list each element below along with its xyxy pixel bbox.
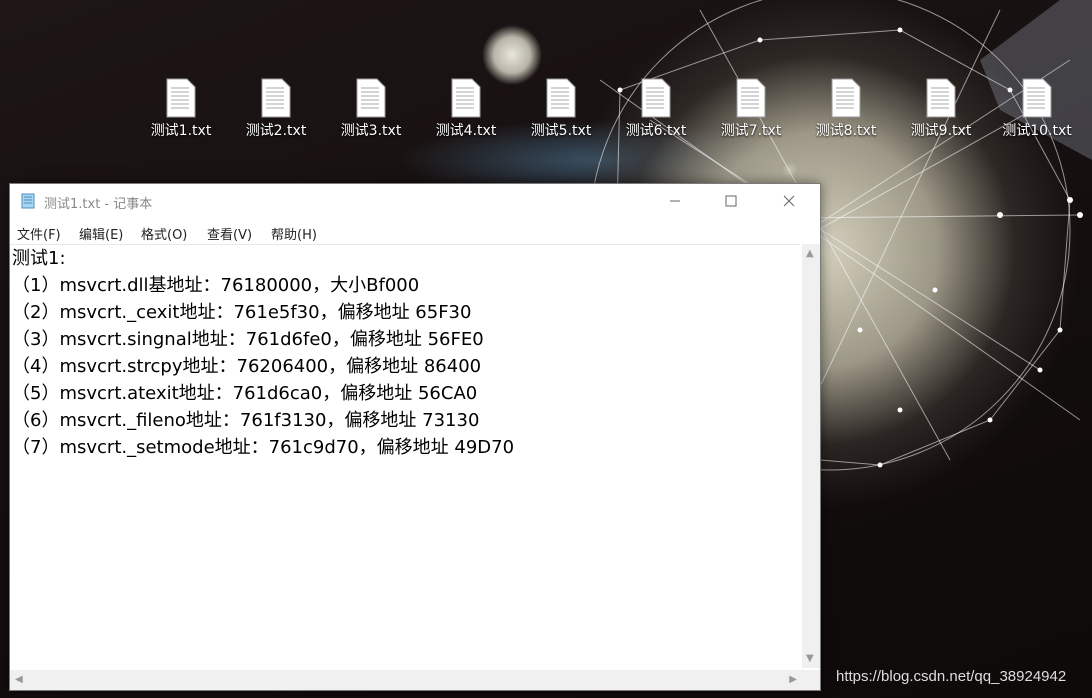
desktop-file-icon-10[interactable]: 测试10.txt (998, 78, 1076, 140)
title-bar[interactable]: 测试1.txt - 记事本 (10, 184, 820, 218)
scroll-down-icon[interactable]: ▼ (806, 653, 814, 664)
menu-view[interactable]: 查看(V) (207, 224, 252, 243)
desktop-file-icon-1[interactable]: 测试1.txt (142, 78, 220, 140)
menu-help[interactable]: 帮助(H) (271, 224, 317, 243)
desktop-file-label: 测试8.txt (815, 123, 877, 139)
close-button[interactable] (766, 184, 812, 218)
desktop-file-icon-5[interactable]: 测试5.txt (522, 78, 600, 140)
text-line: 测试1: (12, 248, 66, 269)
text-line: （6）msvcrt._fileno地址：761f3130，偏移地址 73130 (12, 410, 480, 431)
maximize-button[interactable] (708, 184, 754, 218)
desktop-file-label: 测试5.txt (530, 123, 592, 139)
minimize-icon (670, 200, 680, 202)
desktop-file-icon-7[interactable]: 测试7.txt (712, 78, 790, 140)
desktop-file-icon-2[interactable]: 测试2.txt (237, 78, 315, 140)
horizontal-scrollbar[interactable]: ◀ ▶ (10, 670, 802, 690)
desktop-file-icon-4[interactable]: 测试4.txt (427, 78, 505, 140)
notepad-app-icon (21, 193, 35, 209)
text-file-icon (1022, 78, 1052, 118)
scroll-right-icon[interactable]: ▶ (789, 674, 797, 685)
text-line: （3）msvcrt.singnal地址：761d6fe0，偏移地址 56FE0 (12, 329, 484, 350)
text-file-icon (356, 78, 386, 118)
close-icon (783, 195, 795, 207)
text-file-icon (166, 78, 196, 118)
text-file-icon (261, 78, 291, 118)
desktop-file-label: 测试7.txt (720, 123, 782, 139)
desktop-file-icon-8[interactable]: 测试8.txt (807, 78, 885, 140)
text-file-icon (451, 78, 481, 118)
desktop-file-label: 测试6.txt (625, 123, 687, 139)
text-line: （4）msvcrt.strcpy地址：76206400，偏移地址 86400 (12, 356, 482, 377)
text-editor-area[interactable]: 测试1: （1）msvcrt.dll基地址：76180000，大小Bf000 （… (10, 244, 800, 669)
text-file-icon (831, 78, 861, 118)
desktop-file-label: 测试2.txt (245, 123, 307, 139)
desktop-file-label: 测试10.txt (1002, 123, 1072, 139)
text-file-icon (546, 78, 576, 118)
text-file-icon (736, 78, 766, 118)
notepad-window: 测试1.txt - 记事本 文件(F) 编辑(E) 格式(O) 查看(V) 帮助… (9, 183, 821, 691)
menu-edit[interactable]: 编辑(E) (79, 224, 123, 243)
scrollbar-corner (802, 670, 820, 690)
maximize-icon (725, 195, 737, 207)
desktop-file-label: 测试9.txt (910, 123, 972, 139)
scroll-left-icon[interactable]: ◀ (15, 674, 23, 685)
desktop-file-icon-6[interactable]: 测试6.txt (617, 78, 695, 140)
scroll-up-icon[interactable]: ▲ (806, 248, 814, 259)
csdn-watermark: https://blog.csdn.net/qq_38924942 (836, 668, 1067, 685)
text-file-icon (641, 78, 671, 118)
text-file-icon (926, 78, 956, 118)
menu-bar: 文件(F) 编辑(E) 格式(O) 查看(V) 帮助(H) (10, 218, 820, 244)
text-line: （7）msvcrt._setmode地址：761c9d70，偏移地址 49D70 (12, 437, 515, 458)
window-title: 测试1.txt - 记事本 (44, 197, 153, 212)
menu-format[interactable]: 格式(O) (141, 224, 187, 243)
menu-file[interactable]: 文件(F) (17, 224, 61, 243)
desktop-file-label: 测试1.txt (150, 123, 212, 139)
desktop-file-label: 测试3.txt (340, 123, 402, 139)
desktop-file-label: 测试4.txt (435, 123, 497, 139)
desktop-file-icon-9[interactable]: 测试9.txt (902, 78, 980, 140)
text-line: （2）msvcrt._cexit地址：761e5f30，偏移地址 65F30 (12, 302, 472, 323)
vertical-scrollbar[interactable]: ▲ ▼ (802, 244, 820, 668)
text-line: （1）msvcrt.dll基地址：76180000，大小Bf000 (12, 275, 420, 296)
text-line: （5）msvcrt.atexit地址：761d6ca0，偏移地址 56CA0 (12, 383, 478, 404)
desktop-file-icon-3[interactable]: 测试3.txt (332, 78, 410, 140)
minimize-button[interactable] (652, 184, 698, 218)
